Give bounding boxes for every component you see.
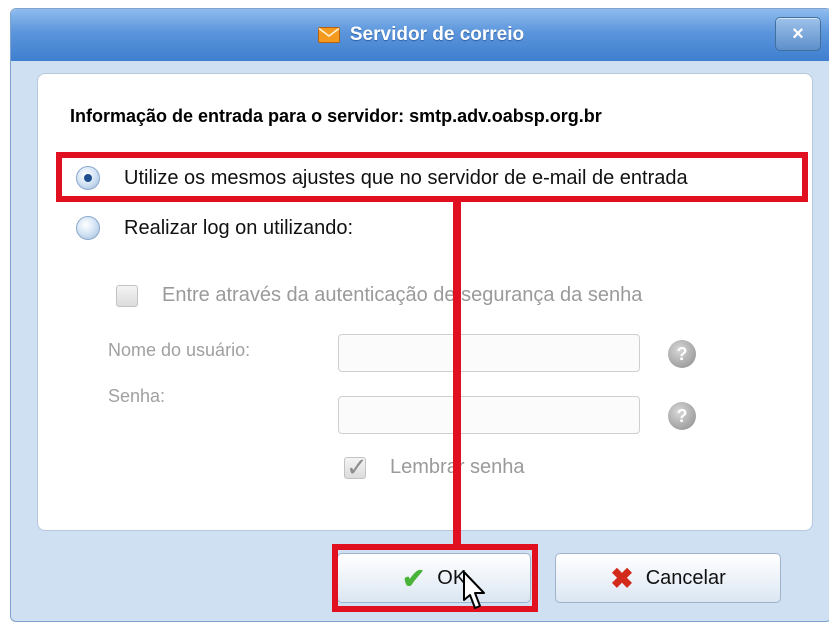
cancel-button-label: Cancelar (645, 566, 726, 589)
username-help-icon[interactable]: ? (668, 340, 696, 368)
option-logon-using-label: Realizar log on utilizando: (124, 216, 354, 239)
settings-panel: Informação de entrada para o servidor: s… (37, 73, 813, 531)
server-heading: Informação de entrada para o servidor: s… (70, 106, 602, 126)
annotation-box-ok (332, 544, 538, 612)
radio-logon-using[interactable] (76, 216, 100, 240)
x-icon: ✖ (610, 562, 634, 594)
password-label: Senha: (108, 386, 166, 406)
option-logon-using[interactable]: Realizar log on utilizando: (76, 216, 353, 240)
remember-checkbox[interactable] (344, 452, 368, 483)
close-button[interactable]: × (775, 17, 821, 51)
mail-server-dialog: Servidor de correio × Informação de entr… (10, 8, 829, 622)
title-bar[interactable]: Servidor de correio × (11, 9, 829, 61)
spa-checkbox[interactable] (116, 284, 138, 307)
annotation-connector-line (453, 200, 461, 548)
username-label: Nome do usuário: (108, 340, 251, 360)
spa-option[interactable]: Entre através da autenticação de seguran… (116, 284, 642, 307)
cancel-button[interactable]: ✖ Cancelar (555, 553, 781, 603)
password-input[interactable] (338, 396, 640, 434)
username-input[interactable] (338, 334, 640, 372)
mouse-pointer-icon (463, 571, 485, 609)
dialog-title: Servidor de correio (349, 24, 525, 45)
password-help-icon[interactable]: ? (668, 402, 696, 430)
annotation-box-option (56, 152, 808, 202)
spa-checkbox-label: Entre através da autenticação de seguran… (162, 284, 643, 306)
envelope-icon (317, 27, 340, 43)
remember-option[interactable]: Lembrar senha (344, 452, 525, 483)
